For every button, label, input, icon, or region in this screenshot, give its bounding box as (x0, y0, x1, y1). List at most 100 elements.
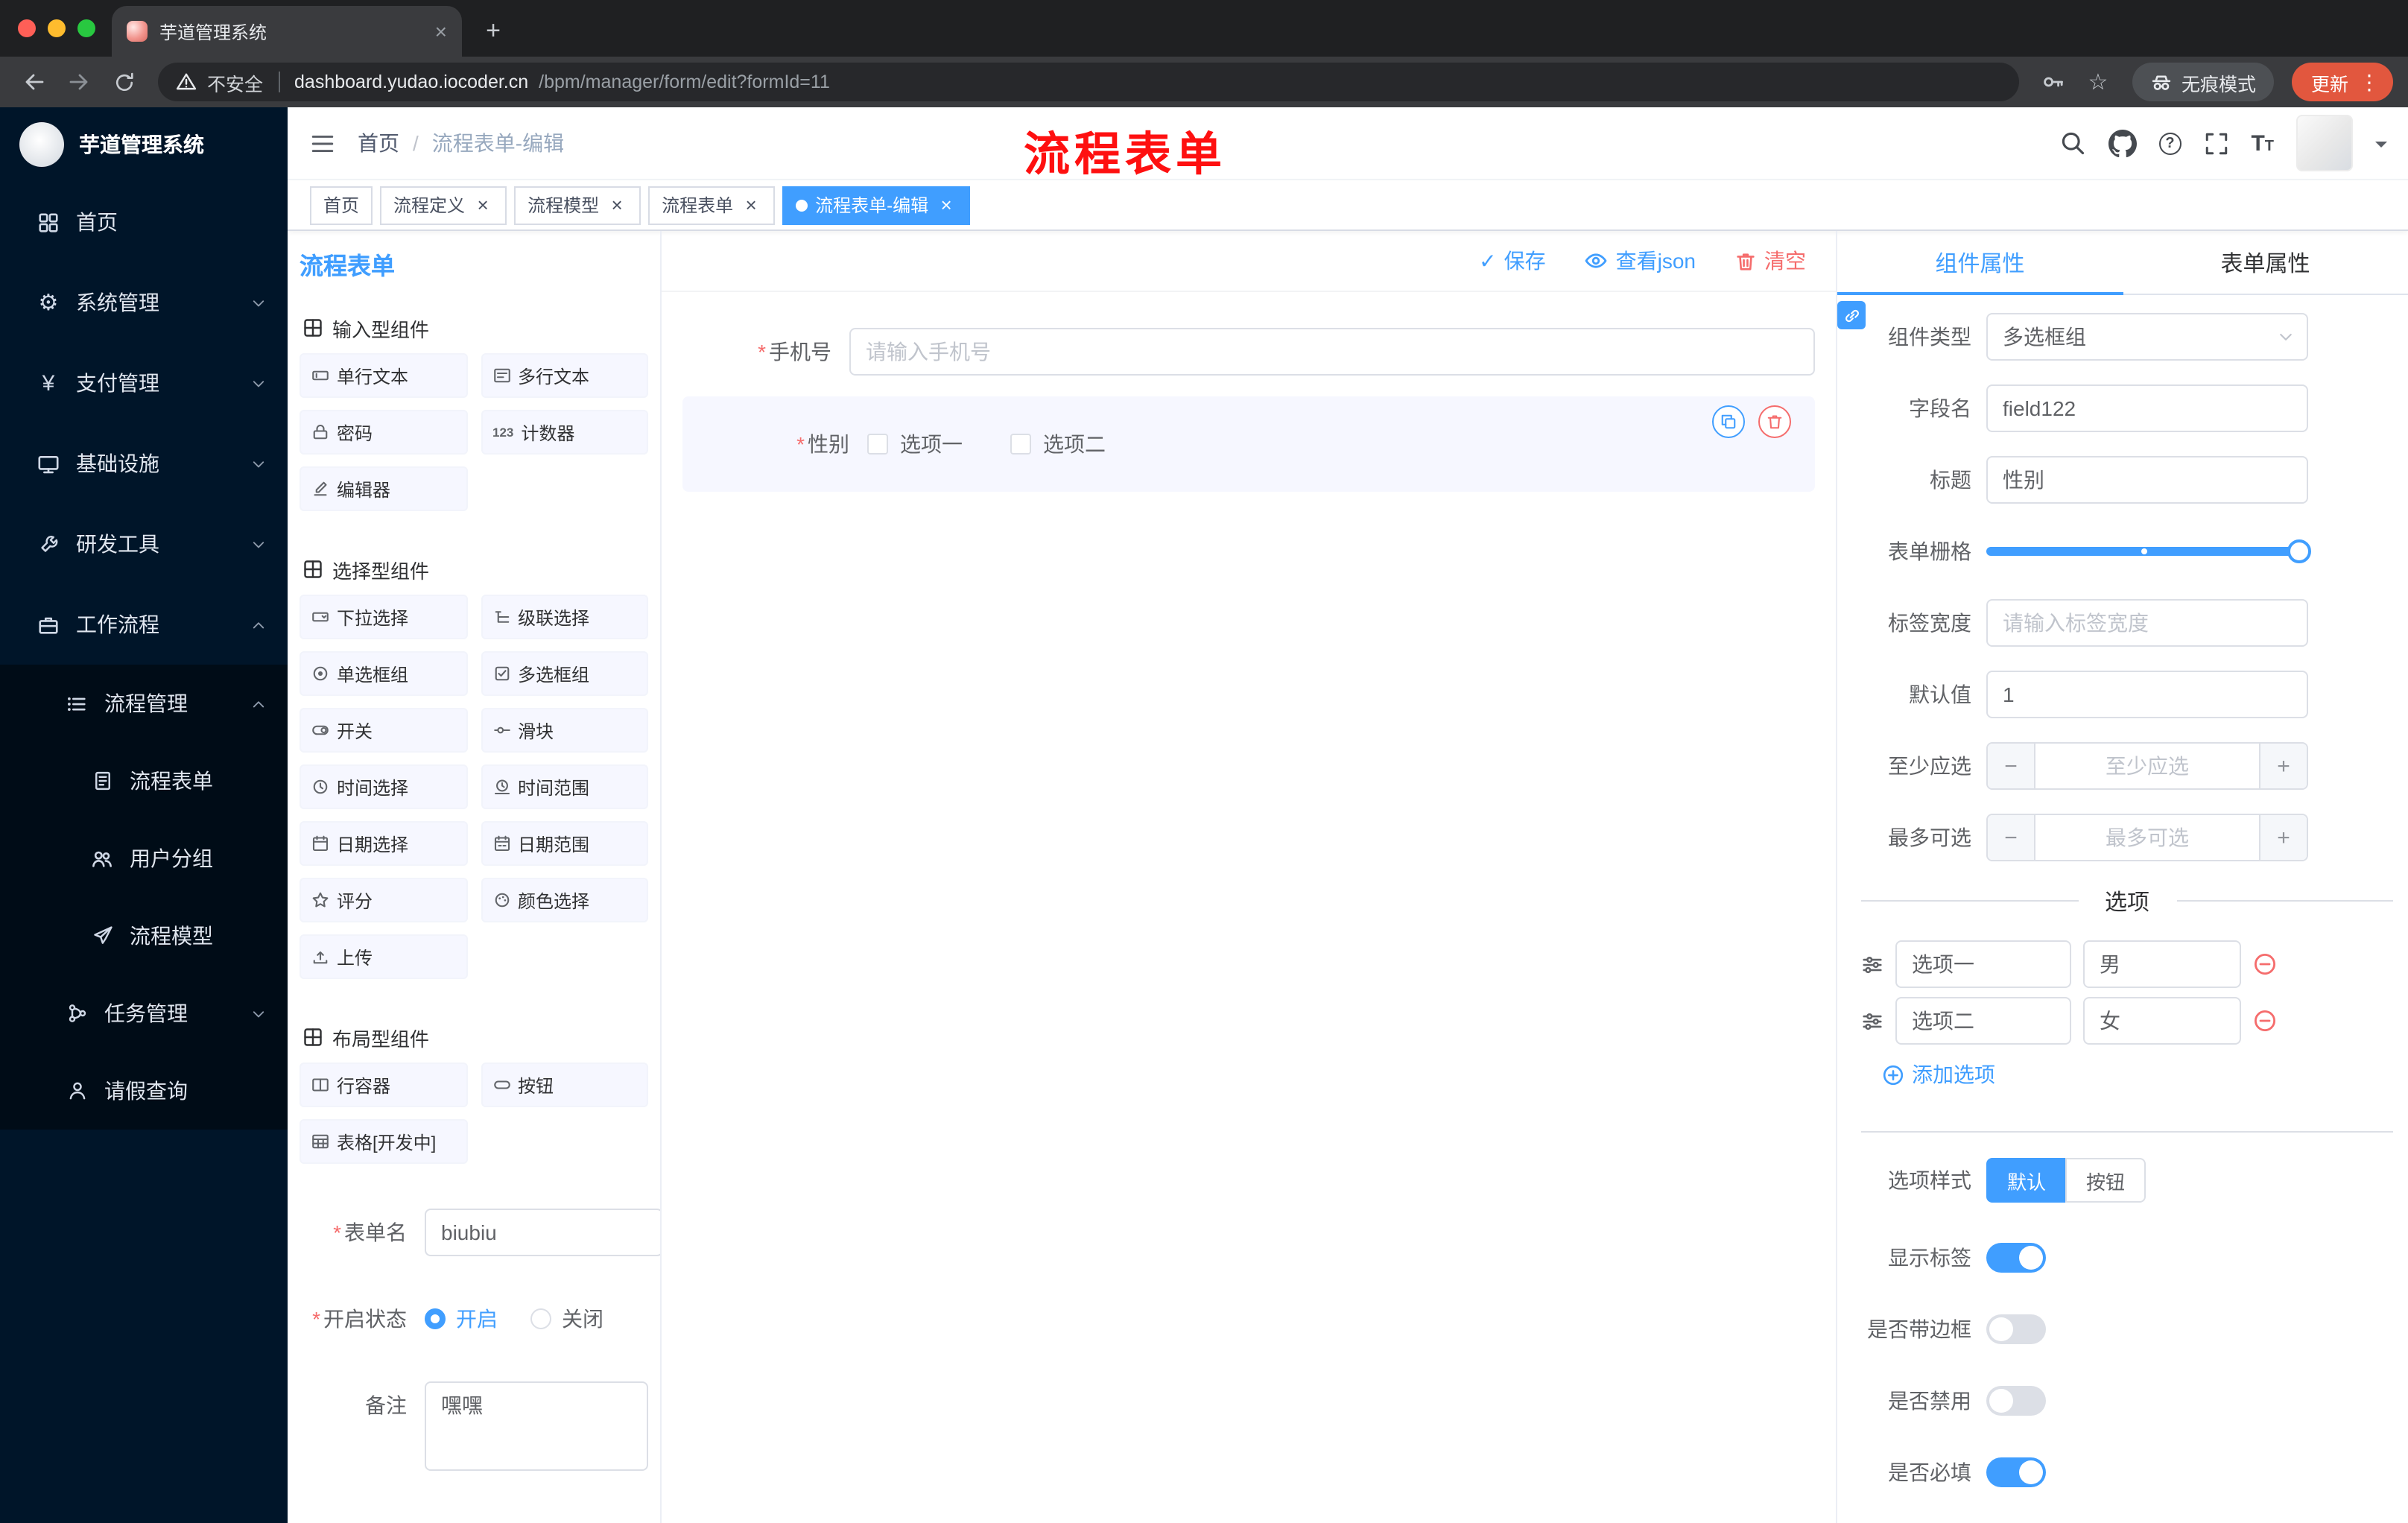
copy-component-button[interactable] (1712, 405, 1745, 438)
component-chip-counter[interactable]: 123 计数器 (481, 410, 648, 455)
component-chip-time-picker[interactable]: 时间选择 (300, 764, 467, 809)
sidebar-toggle-button[interactable] (288, 107, 358, 179)
drag-handle-icon[interactable] (1861, 953, 1883, 975)
close-icon[interactable]: × (606, 194, 627, 215)
password-key-button[interactable] (2034, 63, 2073, 101)
sidebar-item-system[interactable]: ⚙ 系统管理 (0, 262, 288, 343)
component-chip-color-picker[interactable]: 颜色选择 (481, 878, 648, 922)
increase-button[interactable]: + (2259, 815, 2307, 860)
component-chip-row-container[interactable]: 行容器 (300, 1063, 467, 1107)
window-zoom-button[interactable] (77, 19, 95, 37)
remove-option-button[interactable] (2253, 952, 2277, 976)
view-tag-process-definition[interactable]: 流程定义 × (380, 186, 507, 224)
component-chip-radio-group[interactable]: 单选框组 (300, 651, 467, 696)
sidebar-item-task-mgmt[interactable]: 任务管理 (0, 975, 288, 1052)
search-button[interactable] (2059, 130, 2085, 156)
window-minimize-button[interactable] (48, 19, 66, 37)
option-label-input[interactable] (1895, 940, 2071, 988)
close-icon[interactable]: × (741, 194, 761, 215)
reload-button[interactable] (104, 63, 143, 101)
option-label-input[interactable] (1895, 997, 2071, 1045)
form-name-input[interactable] (425, 1209, 660, 1256)
component-chip-date-picker[interactable]: 日期选择 (300, 821, 467, 866)
view-tag-process-form[interactable]: 流程表单 × (648, 186, 776, 224)
view-tag-process-form-edit[interactable]: 流程表单-编辑 × (782, 186, 971, 224)
user-avatar[interactable] (2296, 115, 2353, 171)
new-tab-button[interactable]: + (474, 12, 513, 51)
sidebar-item-payment[interactable]: ¥ 支付管理 (0, 343, 288, 423)
style-default-button[interactable]: 默认 (1986, 1158, 2066, 1203)
disabled-switch[interactable] (1986, 1386, 2046, 1416)
min-select-input[interactable] (2035, 744, 2259, 788)
title-input[interactable] (1986, 456, 2308, 504)
tab-close-icon[interactable]: × (435, 21, 447, 42)
drag-handle-icon[interactable] (1861, 1010, 1883, 1032)
bookmark-star-button[interactable]: ☆ (2079, 63, 2117, 101)
component-chip-rate[interactable]: 评分 (300, 878, 467, 922)
sidebar-item-leave-query[interactable]: 请假查询 (0, 1052, 288, 1130)
component-chip-editor[interactable]: 编辑器 (300, 466, 467, 511)
component-chip-slider[interactable]: 滑块 (481, 708, 648, 753)
option-value-input[interactable] (2083, 997, 2241, 1045)
canvas-field-phone[interactable]: * 手机号 (682, 328, 1815, 376)
security-label[interactable]: 不安全 (207, 68, 263, 96)
component-chip-time-range[interactable]: 时间范围 (481, 764, 648, 809)
tab-component-props[interactable]: 组件属性 (1837, 231, 2123, 295)
component-chip-cascader[interactable]: 级联选择 (481, 595, 648, 639)
sidebar-item-process-form[interactable]: 流程表单 (0, 742, 288, 820)
status-radio-on[interactable]: 开启 (425, 1304, 498, 1334)
breadcrumb-home[interactable]: 首页 (358, 128, 399, 158)
forward-button[interactable] (60, 63, 98, 101)
browser-tab[interactable]: 芋道管理系统 × (112, 6, 462, 57)
sidebar-item-workflow[interactable]: 工作流程 (0, 584, 288, 665)
sidebar-item-process-mgmt[interactable]: 流程管理 (0, 665, 288, 742)
save-button[interactable]: ✓ 保存 (1479, 246, 1545, 276)
component-chip-button[interactable]: 按钮 (481, 1063, 648, 1107)
close-icon[interactable]: × (936, 194, 957, 215)
sidebar-item-home[interactable]: 首页 (0, 182, 288, 262)
update-button[interactable]: 更新 ⋮ (2291, 63, 2393, 101)
delete-component-button[interactable] (1758, 405, 1791, 438)
sidebar-item-infra[interactable]: 基础设施 (0, 423, 288, 504)
view-tag-home[interactable]: 首页 (310, 186, 373, 224)
show-label-switch[interactable] (1986, 1243, 2046, 1273)
border-switch[interactable] (1986, 1314, 2046, 1344)
form-remark-input[interactable]: 嘿嘿 (425, 1381, 648, 1471)
component-chip-checkbox-group[interactable]: 多选框组 (481, 651, 648, 696)
back-button[interactable] (15, 63, 54, 101)
component-chip-password[interactable]: 密码 (300, 410, 467, 455)
address-bar[interactable]: 不安全 dashboard.yudao.iocoder.cn/bpm/manag… (158, 63, 2019, 101)
decrease-button[interactable]: − (1988, 815, 2035, 860)
label-width-input[interactable] (1986, 599, 2308, 647)
sidebar-item-process-model[interactable]: 流程模型 (0, 897, 288, 975)
help-button[interactable]: ? (2158, 132, 2182, 154)
component-chip-switch[interactable]: 开关 (300, 708, 467, 753)
option-value-input[interactable] (2083, 940, 2241, 988)
component-chip-single-line-text[interactable]: 单行文本 (300, 353, 467, 398)
max-select-input[interactable] (2035, 815, 2259, 860)
add-option-button[interactable]: 添加选项 (1882, 1060, 2408, 1089)
default-value-input[interactable] (1986, 671, 2308, 718)
font-size-button[interactable]: TT (2251, 132, 2274, 154)
component-type-select[interactable]: 多选框组 (1986, 313, 2308, 361)
increase-button[interactable]: + (2259, 744, 2307, 788)
close-icon[interactable]: × (472, 194, 493, 215)
slider-thumb[interactable] (2287, 539, 2311, 563)
component-chip-textarea[interactable]: 多行文本 (481, 353, 648, 398)
sidebar-item-devtools[interactable]: 研发工具 (0, 504, 288, 584)
grid-slider[interactable] (1986, 539, 2311, 563)
view-tag-process-model[interactable]: 流程模型 × (514, 186, 641, 224)
component-chip-select[interactable]: 下拉选择 (300, 595, 467, 639)
github-button[interactable] (2108, 129, 2137, 157)
avatar-caret-icon[interactable] (2375, 141, 2387, 153)
gender-checkbox-option2[interactable]: 选项二 (1010, 429, 1106, 459)
link-badge-button[interactable] (1837, 301, 1866, 329)
phone-input[interactable] (849, 328, 1815, 376)
gender-checkbox-option1[interactable]: 选项一 (867, 429, 963, 459)
style-button-button[interactable]: 按钮 (2065, 1158, 2146, 1203)
clear-button[interactable]: 清空 (1734, 246, 1806, 276)
component-chip-date-range[interactable]: 日期范围 (481, 821, 648, 866)
component-chip-upload[interactable]: 上传 (300, 934, 467, 979)
component-chip-table[interactable]: 表格[开发中] (300, 1119, 467, 1164)
required-switch[interactable] (1986, 1457, 2046, 1487)
